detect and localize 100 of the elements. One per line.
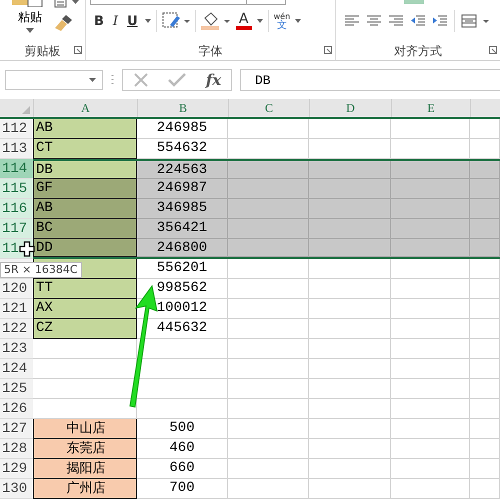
caret-icon[interactable] [144, 19, 151, 23]
row-header[interactable]: 114 [0, 159, 33, 179]
dialog-launcher-icon[interactable] [324, 46, 332, 54]
table-cell: AB [33, 119, 137, 139]
caret-icon[interactable] [26, 28, 34, 33]
table-cell: 246800 [137, 239, 228, 257]
row-header[interactable]: 115 [0, 179, 33, 199]
table-cell: 700 [137, 479, 228, 499]
group-label: 对齐方式 [394, 42, 442, 60]
dialog-launcher-icon[interactable] [489, 46, 497, 54]
table-cell [470, 359, 500, 379]
row-header[interactable]: 122 [0, 319, 33, 339]
table-cell: CT [33, 139, 137, 159]
table-cell [470, 419, 500, 439]
align-right-icon[interactable] [388, 15, 404, 27]
table-cell: 460 [137, 439, 228, 459]
table-cell: 224563 [137, 161, 228, 179]
format-painter-icon[interactable] [54, 14, 74, 32]
underline-button[interactable]: U [125, 14, 140, 28]
font-name-field[interactable] [90, 0, 247, 5]
table-cell [470, 239, 500, 257]
row-header[interactable]: 125 [0, 379, 33, 399]
bold-button[interactable]: B [92, 14, 106, 28]
table-cell [470, 259, 500, 279]
table-cell [470, 439, 500, 459]
table-cell [470, 219, 500, 239]
caret-icon[interactable] [256, 19, 263, 23]
table-cell: 356421 [137, 219, 228, 239]
table-cell [470, 119, 500, 139]
row-header[interactable]: 121 [0, 299, 33, 319]
table-cell [470, 339, 500, 359]
fill-color-icon[interactable] [200, 12, 231, 30]
table-cell [470, 379, 500, 399]
table-cell [470, 459, 500, 479]
row-header[interactable]: 127 [0, 419, 33, 439]
table-cell [470, 279, 500, 299]
italic-button[interactable]: I [110, 14, 120, 28]
row-header[interactable]: 113 [0, 139, 33, 159]
table-cell: 246987 [137, 179, 228, 199]
phonetic-char[interactable]: 文 [276, 21, 287, 30]
column-header[interactable]: D [309, 99, 391, 117]
column-header[interactable]: E [391, 99, 470, 117]
table-cell: AB [33, 199, 137, 219]
table-cell [470, 479, 500, 499]
row-header[interactable]: 117 [0, 219, 33, 239]
decrease-indent-icon[interactable] [410, 15, 426, 27]
row-header[interactable]: 120 [0, 279, 33, 299]
align-center-icon[interactable] [366, 15, 382, 27]
align-left-icon[interactable] [344, 15, 360, 27]
table-cell: AX [33, 299, 137, 319]
caret-icon[interactable] [89, 78, 96, 82]
merge-cells-icon[interactable] [460, 14, 491, 28]
table-cell: 中山店 [33, 419, 137, 439]
increase-indent-icon[interactable] [432, 15, 448, 27]
row-header[interactable]: 123 [0, 339, 33, 359]
column-header[interactable]: C [228, 99, 309, 117]
table-cell [470, 399, 500, 419]
table-cell: 554632 [137, 139, 228, 159]
table-cell: BC [33, 219, 137, 239]
size-tooltip: 5R × 16384C [0, 262, 82, 278]
paste-button[interactable]: 粘贴 [18, 9, 42, 26]
table-cell: 346985 [137, 199, 228, 219]
row-header[interactable]: 126 [0, 399, 33, 419]
row-header[interactable]: 130 [0, 479, 33, 499]
formula-input[interactable]: DB [240, 69, 500, 91]
row-header[interactable]: 112 [0, 119, 33, 139]
table-cell: 660 [137, 459, 228, 479]
table-cell: 东莞店 [33, 439, 137, 459]
table-cell [470, 319, 500, 339]
move-cursor-icon [19, 241, 35, 257]
table-cell: DD [33, 239, 137, 257]
row-header[interactable]: 124 [0, 359, 33, 379]
phonetic-label[interactable]: wén [274, 12, 290, 21]
table-cell: DB [33, 161, 137, 179]
caret-icon[interactable] [295, 19, 302, 23]
table-cell: 揭阳店 [33, 459, 137, 479]
font-color-button[interactable]: A [238, 12, 248, 26]
table-cell: GF [33, 179, 137, 199]
check-icon[interactable] [168, 73, 186, 87]
table-cell [470, 161, 500, 179]
table-cell: 556201 [137, 259, 228, 279]
border-icon[interactable] [162, 12, 190, 30]
table-cell: 500 [137, 419, 228, 439]
table-cell: CZ [33, 319, 137, 339]
font-color-bar [236, 26, 252, 30]
column-header[interactable]: B [137, 99, 228, 117]
font-size-field[interactable] [247, 0, 286, 5]
table-cell [470, 199, 500, 219]
dialog-launcher-icon[interactable] [74, 46, 82, 54]
row-header[interactable]: 129 [0, 459, 33, 479]
table-cell [470, 179, 500, 199]
column-header[interactable]: A [33, 99, 137, 117]
group-label: 剪贴板 [24, 42, 60, 60]
insert-function-button[interactable]: fx [206, 71, 222, 89]
table-cell: 广州店 [33, 479, 137, 499]
row-header[interactable]: 116 [0, 199, 33, 219]
table-cell: 246985 [137, 119, 228, 139]
row-header[interactable]: 128 [0, 439, 33, 459]
table-cell: TT [33, 279, 137, 299]
table-cell [470, 299, 500, 319]
